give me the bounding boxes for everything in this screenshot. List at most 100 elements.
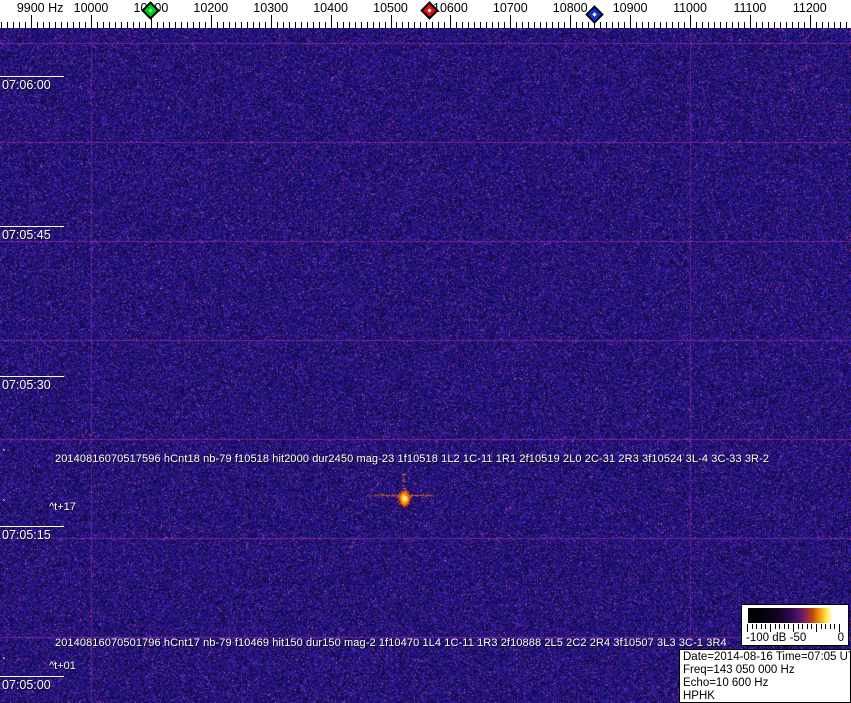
freq-label: 11100 (733, 1, 767, 15)
freq-tick (307, 22, 308, 28)
freq-tick (444, 22, 445, 28)
freq-tick (810, 15, 811, 28)
freq-tick (205, 22, 206, 28)
freq-tick (462, 22, 463, 28)
freq-tick (7, 22, 8, 28)
freq-tick (576, 22, 577, 28)
freq-tick (582, 22, 583, 28)
time-tick (0, 76, 64, 77)
freq-tick (175, 22, 176, 28)
detection-annotation: 20140816070501796 hCnt17 nb-79 f10469 hi… (55, 637, 727, 649)
freq-label: 10500 (373, 1, 408, 15)
colorbar-tick (806, 624, 808, 629)
colorbar-label-mid: -50 (789, 632, 807, 644)
freq-tick (396, 22, 397, 28)
freq-tick (600, 22, 601, 28)
freq-tick (259, 22, 260, 28)
freq-tick (654, 22, 655, 28)
time-label: 07:06:00 (2, 78, 51, 92)
freq-tick (540, 22, 541, 28)
freq-tick (468, 22, 469, 28)
freq-tick (163, 22, 164, 28)
colorbar-tick (774, 624, 776, 629)
time-label: 07:05:00 (2, 678, 51, 692)
marker-center-dot (427, 8, 432, 13)
freq-tick (840, 22, 841, 28)
freq-tick (822, 22, 823, 28)
freq-tick (432, 22, 433, 28)
freq-tick (109, 22, 110, 28)
spectrogram-window: 9900 Hz100001010010200103001040010500106… (0, 0, 851, 703)
freq-tick (804, 22, 805, 28)
freq-tick (450, 15, 451, 28)
freq-tick (546, 22, 547, 28)
freq-tick (696, 22, 697, 28)
freq-tick (498, 22, 499, 28)
freq-tick (612, 22, 613, 28)
colorbar-tick (760, 624, 762, 629)
status-info-box: Date=2014-08-16 Time=07:05 UTC Freq=143 … (679, 649, 851, 703)
freq-tick (522, 22, 523, 28)
colorbar-gradient (748, 608, 840, 623)
freq-tick (588, 22, 589, 28)
freq-tick (301, 22, 302, 28)
freq-tick (385, 22, 386, 28)
freq-tick (774, 22, 775, 28)
freq-tick (121, 22, 122, 28)
freq-tick (253, 22, 254, 28)
freq-tick (289, 22, 290, 28)
freq-tick (277, 22, 278, 28)
freq-tick (361, 22, 362, 28)
freq-tick (19, 22, 20, 28)
freq-tick (79, 22, 80, 28)
freq-tick (618, 22, 619, 28)
time-tick (0, 526, 64, 527)
freq-tick (25, 22, 26, 28)
detection-time-tag: ^t+17 (49, 501, 76, 513)
freq-tick (235, 22, 236, 28)
freq-tick (402, 22, 403, 28)
freq-tick (319, 22, 320, 28)
time-label: 07:05:30 (2, 378, 51, 392)
time-tick (0, 226, 64, 227)
colorbar-tick (751, 624, 753, 629)
freq-tick (750, 15, 751, 28)
freq-tick (283, 22, 284, 28)
info-date-time: Date=2014-08-16 Time=07:05 UTC (683, 651, 851, 663)
freq-tick (636, 22, 637, 28)
freq-tick (115, 22, 116, 28)
freq-tick (678, 22, 679, 28)
freq-label: 10900 (612, 1, 648, 15)
freq-tick (61, 22, 62, 28)
freq-tick (744, 22, 745, 28)
freq-tick (690, 15, 691, 28)
detection-annotation: 20140816070517596 hCnt18 nb-79 f10518 hi… (55, 453, 770, 465)
freq-tick (73, 22, 74, 28)
freq-tick (780, 22, 781, 28)
freq-tick (630, 15, 631, 28)
info-frequency: Freq=143 050 000 Hz (683, 664, 795, 676)
colorbar-tick (829, 624, 831, 629)
freq-tick (103, 22, 104, 28)
freq-tick (684, 22, 685, 28)
freq-tick (456, 22, 457, 28)
freq-tick (606, 22, 607, 28)
freq-label: 10800 (552, 1, 588, 15)
intensity-colorbar: -100 dB -50 0 (741, 604, 849, 646)
freq-tick (55, 22, 56, 28)
freq-tick (756, 22, 757, 28)
info-echo: Echo=10 600 Hz (683, 677, 769, 689)
freq-tick (714, 22, 715, 28)
colorbar-tick (783, 624, 785, 629)
freq-tick (211, 15, 212, 28)
freq-tick (13, 22, 14, 28)
freq-label: 11000 (673, 1, 707, 15)
freq-tick (846, 22, 847, 28)
freq-tick (223, 22, 224, 28)
freq-tick (534, 22, 535, 28)
freq-tick (349, 22, 350, 28)
time-label: 07:05:15 (2, 528, 51, 542)
freq-tick (127, 22, 128, 28)
freq-tick (97, 22, 98, 28)
freq-tick (720, 22, 721, 28)
